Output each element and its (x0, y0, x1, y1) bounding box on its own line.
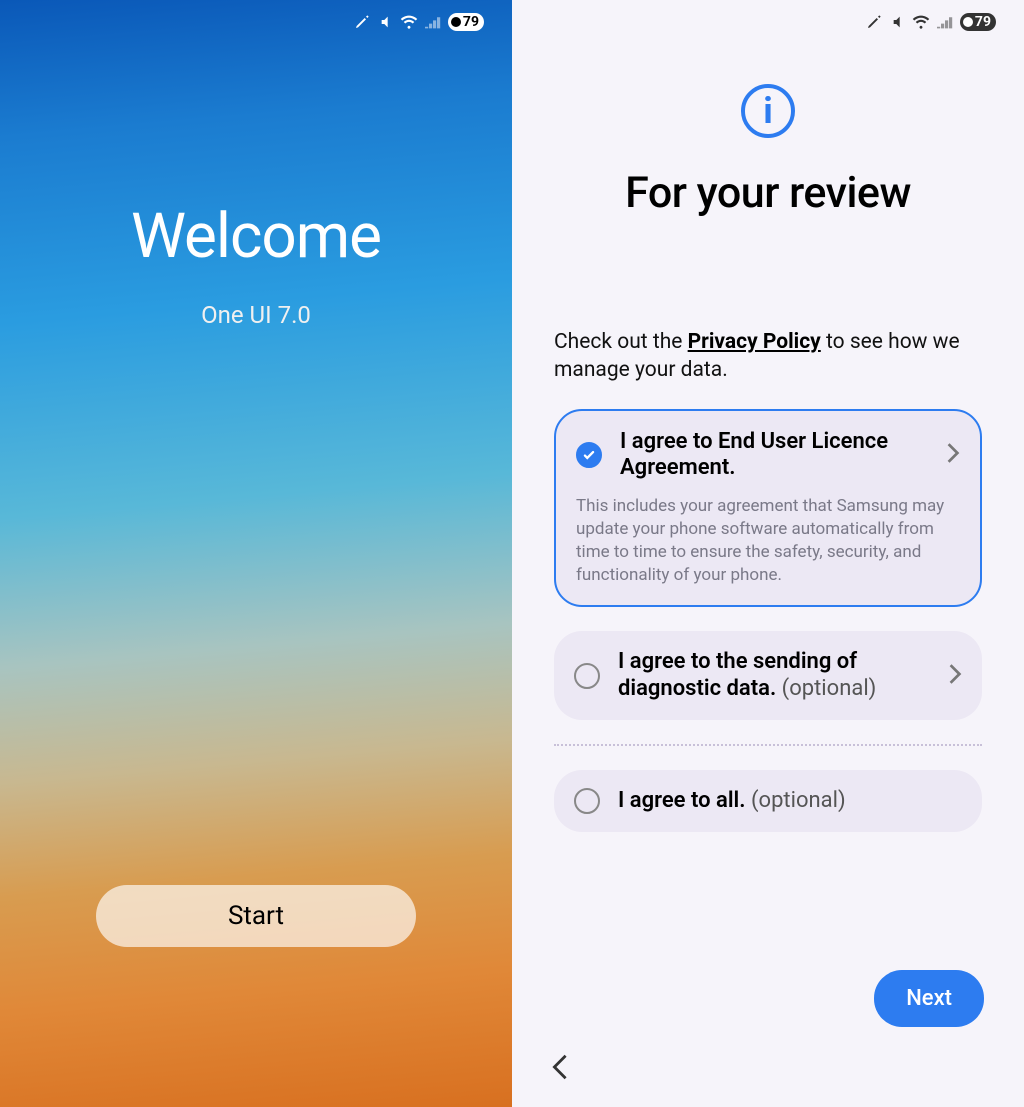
optional-tag: (optional) (782, 676, 877, 701)
checkbox-diagnostic[interactable] (574, 663, 600, 689)
battery-dot-icon (451, 17, 461, 27)
chevron-right-icon[interactable] (946, 442, 960, 468)
agreement-desc: This includes your agreement that Samsun… (576, 495, 960, 587)
pencil-icon (354, 14, 370, 30)
privacy-text: Check out the Privacy Policy to see how … (554, 328, 982, 385)
checkbox-all[interactable] (574, 788, 600, 814)
info-glyph: i (763, 90, 773, 132)
agreement-diagnostic[interactable]: I agree to the sending of diagnostic dat… (554, 631, 982, 720)
agreement-label: I agree to all. (optional) (618, 788, 962, 814)
review-screen: 79 i For your review Check out the Priva… (512, 0, 1024, 1107)
agreement-eula[interactable]: I agree to End User Licence Agreement. T… (554, 409, 982, 608)
welcome-title: Welcome (0, 200, 512, 273)
welcome-screen: 79 Welcome One UI 7.0 Start (0, 0, 512, 1107)
pencil-icon (866, 14, 882, 30)
divider (554, 744, 982, 746)
chevron-right-icon[interactable] (948, 663, 962, 689)
battery-indicator: 79 (960, 13, 996, 31)
privacy-pre: Check out the (554, 330, 688, 354)
wifi-icon (912, 15, 930, 29)
checkbox-eula[interactable] (576, 442, 602, 468)
status-bar: 79 (354, 10, 484, 34)
battery-level: 79 (463, 14, 479, 30)
agreement-label: I agree to the sending of diagnostic dat… (618, 649, 930, 702)
start-button[interactable]: Start (96, 885, 416, 947)
mute-icon (889, 14, 905, 30)
battery-level: 79 (975, 14, 991, 30)
privacy-policy-link[interactable]: Privacy Policy (688, 330, 821, 354)
back-button[interactable] (550, 1053, 570, 1085)
battery-indicator: 79 (448, 13, 484, 31)
info-icon: i (512, 84, 1024, 138)
mute-icon (377, 14, 393, 30)
signal-icon (425, 15, 441, 29)
wifi-icon (400, 15, 418, 29)
agreement-label-text: I agree to all. (618, 788, 751, 813)
welcome-subtitle: One UI 7.0 (0, 301, 512, 329)
agreement-label-text: I agree to End User Licence Agreement. (620, 429, 888, 480)
optional-tag: (optional) (751, 788, 846, 813)
signal-icon (937, 15, 953, 29)
next-button[interactable]: Next (874, 970, 984, 1027)
status-bar: 79 (866, 10, 996, 34)
agreement-label: I agree to End User Licence Agreement. (620, 429, 928, 482)
battery-dot-icon (963, 17, 973, 27)
agreement-all[interactable]: I agree to all. (optional) (554, 770, 982, 832)
page-title: For your review (512, 168, 1024, 218)
